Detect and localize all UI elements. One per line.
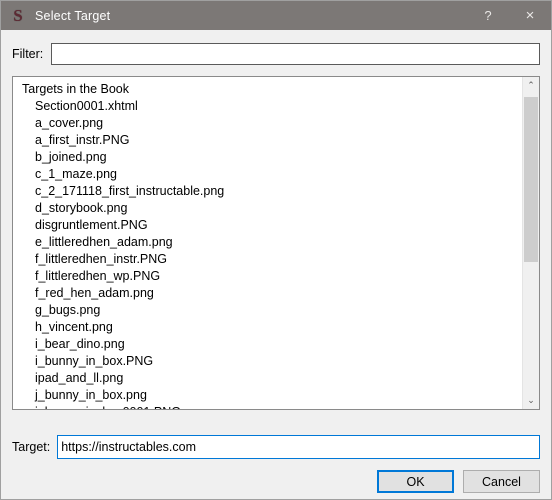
dialog-body: Filter: Targets in the Book Section0001.… bbox=[1, 30, 551, 499]
window-title: Select Target bbox=[35, 8, 111, 23]
list-item[interactable]: j_bunny_in_box.png bbox=[13, 387, 522, 404]
help-icon[interactable]: ? bbox=[467, 1, 509, 30]
list-scrollbar[interactable]: ⌃ ⌄ bbox=[522, 77, 539, 409]
list-item[interactable]: Section0001.xhtml bbox=[13, 98, 522, 115]
list-item[interactable]: a_cover.png bbox=[13, 115, 522, 132]
filter-label: Filter: bbox=[12, 47, 44, 61]
list-item[interactable]: a_first_instr.PNG bbox=[13, 132, 522, 149]
list-item[interactable]: c_2_171118_first_instructable.png bbox=[13, 183, 522, 200]
list-item[interactable]: e_littleredhen_adam.png bbox=[13, 234, 522, 251]
list-item[interactable]: d_storybook.png bbox=[13, 200, 522, 217]
target-label: Target: bbox=[12, 440, 51, 454]
list-item[interactable]: disgruntlement.PNG bbox=[13, 217, 522, 234]
select-target-dialog: S Select Target ? × Filter: Targets in t… bbox=[0, 0, 552, 500]
filter-row: Filter: bbox=[12, 43, 540, 65]
list-item[interactable]: j_bunny_in_box0001.PNG bbox=[13, 404, 522, 409]
list-item[interactable]: f_littleredhen_wp.PNG bbox=[13, 268, 522, 285]
list-item[interactable]: f_littleredhen_instr.PNG bbox=[13, 251, 522, 268]
title-bar: S Select Target ? × bbox=[1, 1, 551, 30]
list-item[interactable]: h_vincent.png bbox=[13, 319, 522, 336]
scroll-down-icon[interactable]: ⌄ bbox=[523, 392, 539, 409]
list-group-header: Targets in the Book bbox=[22, 82, 130, 96]
scrollbar-thumb[interactable] bbox=[524, 97, 538, 262]
list-item[interactable]: i_bear_dino.png bbox=[13, 336, 522, 353]
scroll-up-icon[interactable]: ⌃ bbox=[523, 77, 539, 94]
list-item[interactable]: f_red_hen_adam.png bbox=[13, 285, 522, 302]
cancel-button[interactable]: Cancel bbox=[463, 470, 540, 493]
target-input[interactable] bbox=[57, 435, 540, 459]
dialog-button-row: OK Cancel bbox=[12, 470, 540, 493]
sigil-s-icon: S bbox=[13, 6, 23, 25]
target-row: Target: bbox=[12, 435, 540, 459]
filter-input[interactable] bbox=[51, 43, 540, 65]
list-item[interactable]: b_joined.png bbox=[13, 149, 522, 166]
ok-button[interactable]: OK bbox=[377, 470, 454, 493]
close-icon[interactable]: × bbox=[509, 1, 551, 30]
list-item[interactable]: c_1_maze.png bbox=[13, 166, 522, 183]
list-item[interactable]: g_bugs.png bbox=[13, 302, 522, 319]
targets-list[interactable]: Targets in the Book Section0001.xhtml a_… bbox=[12, 76, 540, 410]
list-item[interactable]: i_bunny_in_box.PNG bbox=[13, 353, 522, 370]
targets-list-content: Targets in the Book Section0001.xhtml a_… bbox=[13, 77, 522, 409]
list-item[interactable]: ipad_and_ll.png bbox=[13, 370, 522, 387]
